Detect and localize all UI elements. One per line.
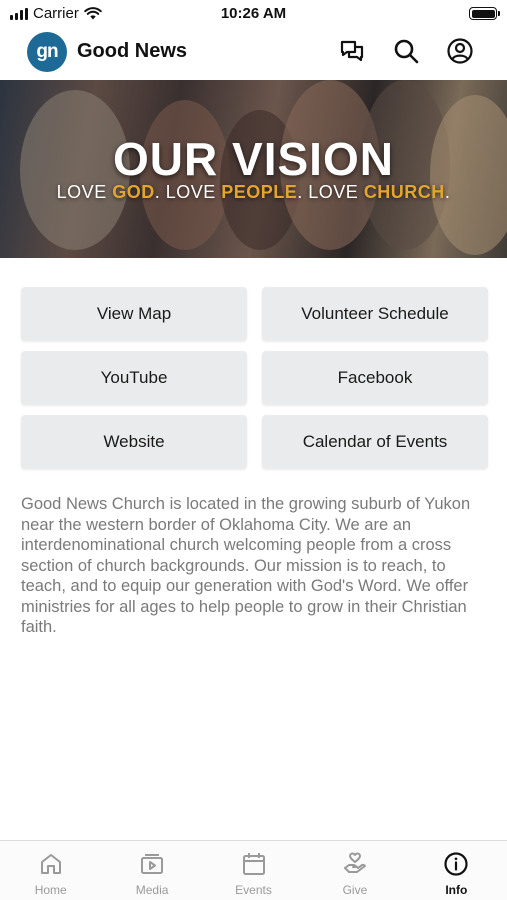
youtube-button[interactable]: YouTube <box>21 351 247 405</box>
volunteer-schedule-button[interactable]: Volunteer Schedule <box>262 287 488 341</box>
tab-info-label: Info <box>445 883 468 897</box>
tab-home[interactable]: Home <box>0 841 101 900</box>
give-icon <box>341 850 369 878</box>
media-icon <box>138 850 166 878</box>
view-map-button[interactable]: View Map <box>21 287 247 341</box>
tab-media[interactable]: Media <box>101 841 202 900</box>
battery-icon <box>469 7 500 20</box>
tab-bar: Home Media Events Give Info <box>0 840 507 900</box>
vision-banner: OUR VISION LOVE GOD. LOVE PEOPLE. LOVE C… <box>0 80 507 258</box>
website-button[interactable]: Website <box>21 415 247 469</box>
tab-events[interactable]: Events <box>203 841 304 900</box>
tab-events-label: Events <box>235 883 272 897</box>
tagline-end: . <box>444 182 451 202</box>
facebook-button[interactable]: Facebook <box>262 351 488 405</box>
vision-title: OUR VISION <box>113 133 394 185</box>
tab-home-label: Home <box>34 883 67 897</box>
status-bar: Carrier 10:26 AM <box>0 0 507 28</box>
home-icon <box>37 850 65 878</box>
calendar-icon <box>240 850 268 878</box>
tagline-god: GOD <box>112 182 155 202</box>
quick-links: View Map Volunteer Schedule YouTube Face… <box>21 287 488 469</box>
info-icon <box>442 850 470 878</box>
church-logo[interactable]: gn <box>27 32 67 72</box>
tagline-love-2: . LOVE <box>154 182 222 202</box>
tagline-love-3: . LOVE <box>297 182 364 202</box>
app-header: gn Good News <box>0 28 507 80</box>
tagline-love-1: LOVE <box>56 182 113 202</box>
profile-icon[interactable] <box>445 36 475 66</box>
tagline-church: CHURCH <box>363 182 445 202</box>
tagline-people: PEOPLE <box>221 182 298 202</box>
tab-give[interactable]: Give <box>304 841 405 900</box>
status-time: 10:26 AM <box>220 5 287 22</box>
chat-icon[interactable] <box>337 36 367 66</box>
app-title: Good News <box>77 40 188 62</box>
search-icon[interactable] <box>391 36 421 66</box>
tab-give-label: Give <box>342 883 368 897</box>
vision-tagline: LOVE GOD. LOVE PEOPLE. LOVE CHURCH. <box>0 182 507 203</box>
calendar-of-events-button[interactable]: Calendar of Events <box>262 415 488 469</box>
tab-media-label: Media <box>135 883 169 897</box>
church-description: Good News Church is located in the growi… <box>21 495 471 636</box>
tab-info[interactable]: Info <box>406 841 507 900</box>
